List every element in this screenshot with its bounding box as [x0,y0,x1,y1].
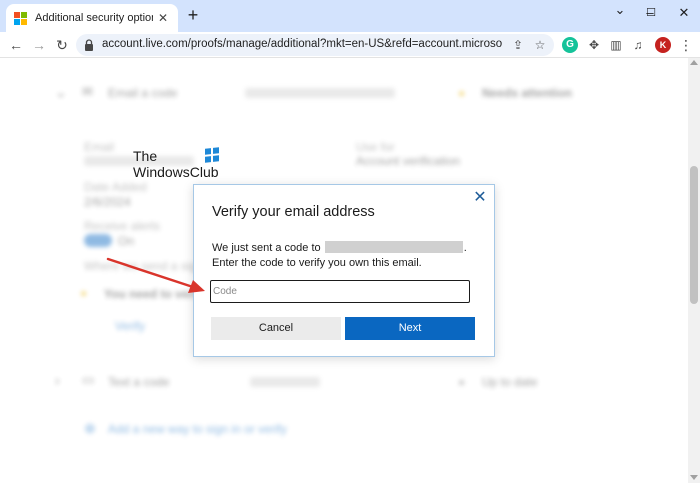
tab-title: Additional security options [35,12,153,24]
lock-icon[interactable] [84,39,94,51]
windows-logo-icon [205,147,219,163]
back-arrow-icon[interactable]: ← [6,35,26,55]
use-value: Account verification [356,154,461,168]
browser-tab[interactable]: Additional security options ✕ [6,4,178,32]
close-icon[interactable]: ✕ [472,190,488,206]
method1-label: Email a code [108,86,178,100]
dialog-title: Verify your email address [212,204,375,220]
method2-label: Text a code [108,375,170,389]
watermark: The WindowsClub [133,147,225,184]
next-button[interactable]: Next [345,317,475,340]
verify-email-dialog: ✕ Verify your email address We just sent… [193,184,495,357]
maximize-icon[interactable]: ☐ [637,3,665,23]
scroll-thumb[interactable] [690,166,698,304]
kebab-menu-icon[interactable]: ⋮ [678,37,694,53]
screen: Additional security options ✕ + ⌄ – ☐ ✕ … [0,0,700,483]
share-icon[interactable]: ⇪ [510,37,526,53]
status-icon: ● [458,375,466,389]
scroll-up-icon[interactable] [690,60,698,65]
use-label: Use for [356,140,395,154]
warning-icon: ● [458,86,466,100]
watermark-line1: The [133,148,158,164]
new-tab-icon[interactable]: + [184,6,202,25]
dialog-description: We just sent a code to . Enter the code … [212,241,484,271]
toggle-value: On [118,234,135,248]
chevron-right-icon: › [55,372,60,388]
alerts-toggle [84,234,112,247]
browser-tab-strip: Additional security options ✕ + ⌄ – ☐ ✕ [0,0,700,32]
method2-status: Up to date [482,375,538,389]
grammarly-icon[interactable]: G [562,37,578,53]
star-icon[interactable]: ☆ [532,37,548,53]
method1-status: Needs attention [482,86,573,100]
avatar[interactable]: K [655,37,671,53]
code-input[interactable] [210,280,470,303]
plus-circle-icon: ⊕ [84,420,96,436]
tab-close-icon[interactable]: ✕ [156,11,170,25]
media-icon[interactable]: ♫ [630,37,646,53]
mail-icon: ✉ [82,84,93,99]
address-bar[interactable]: account.live.com/proofs/manage/additiona… [76,34,554,56]
email-label: Email [84,140,115,154]
forward-arrow-icon[interactable]: → [29,35,49,55]
scroll-down-icon[interactable] [690,475,698,480]
browser-toolbar: ← → ↻ account.live.com/proofs/manage/add… [0,32,700,58]
toggle-label: Receive alerts [84,219,161,233]
redacted-email [324,241,463,253]
extensions-puzzle-icon[interactable]: ✥ [586,37,602,53]
side-panel-icon[interactable]: ▥ [608,37,624,53]
chat-icon: ▭ [82,372,95,387]
redacted-bar [245,88,395,98]
close-window-icon[interactable]: ✕ [670,3,698,23]
watermark-line2: WindowsClub [133,164,219,180]
microsoft-logo-icon [14,11,27,25]
chevron-down-icon: ⌄ [55,84,67,100]
add-method-link: Add a new way to sign in or verify [108,422,287,436]
verify-link: Verify [115,319,146,333]
url-text: account.live.com/proofs/manage/additiona… [102,38,502,50]
date-value: 2/6/2024 [84,195,131,209]
tab-search-icon[interactable]: ⌄ [606,0,634,20]
page-scrollbar[interactable] [688,58,700,483]
warning-icon: ● [80,286,88,300]
verify-warning: You need to verify [104,287,208,301]
reload-icon[interactable]: ↻ [52,35,72,55]
desc-before: We just sent a code to [212,242,321,254]
redacted-bar [250,377,320,387]
cancel-button[interactable]: Cancel [211,317,341,340]
